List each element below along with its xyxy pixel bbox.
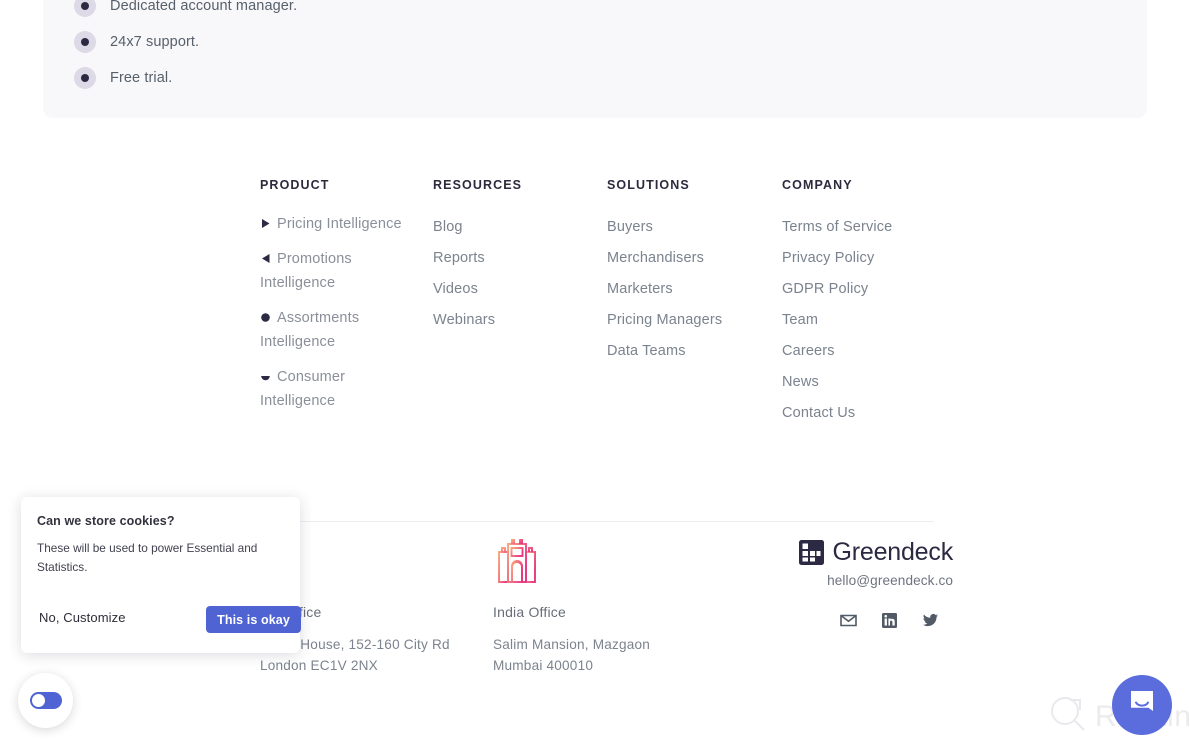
footer-column-company: COMPANY Terms of Service Privacy Policy …	[782, 178, 962, 429]
link-label: Pricing Intelligence	[277, 216, 402, 232]
link-label: Consumer Intelligence	[260, 369, 346, 409]
feature-text: 24x7 support.	[110, 34, 200, 50]
footer-link-merchandisers[interactable]: Merchandisers	[607, 243, 767, 274]
twitter-icon[interactable]	[922, 612, 939, 629]
footer-link-buyers[interactable]: Buyers	[607, 212, 767, 243]
footer-link-team[interactable]: Team	[782, 305, 962, 336]
footer-link-blog[interactable]: Blog	[433, 212, 583, 243]
greendeck-grid-logo-icon	[798, 540, 824, 565]
footer-link-promotions-intelligence[interactable]: Promotions Intelligence	[260, 247, 420, 295]
cookie-customize-button[interactable]: No, Customize	[39, 610, 126, 625]
footer-link-terms-of-service[interactable]: Terms of Service	[782, 212, 962, 243]
list-item: Free trial.	[74, 60, 297, 96]
brand-row: Greendeck	[793, 538, 953, 567]
revain-logo-icon	[1048, 694, 1088, 739]
office-name: India Office	[493, 604, 566, 620]
bullet-dot-icon	[74, 67, 96, 89]
footer-column-solutions: SOLUTIONS Buyers Merchandisers Marketers…	[607, 178, 767, 367]
feature-list: Dedicated account manager. 24x7 support.…	[74, 0, 297, 96]
column-title: SOLUTIONS	[607, 178, 690, 192]
footer-link-gdpr-policy[interactable]: GDPR Policy	[782, 274, 962, 305]
column-title: COMPANY	[782, 178, 853, 192]
email-icon[interactable]	[840, 612, 857, 629]
footer-link-marketers[interactable]: Marketers	[607, 274, 767, 305]
brand-block: Greendeck hello@greendeck.co	[793, 538, 953, 629]
brand-email[interactable]: hello@greendeck.co	[793, 573, 953, 588]
footer-column-resources: RESOURCES Blog Reports Videos Webinars	[433, 178, 583, 336]
office-address-line2: Mumbai 400010	[493, 658, 594, 673]
play-triangle-right-icon	[260, 218, 271, 229]
accessibility-toggle-icon	[29, 692, 62, 709]
feature-text: Dedicated account manager.	[110, 0, 298, 14]
chat-widget-button[interactable]	[1112, 675, 1172, 735]
bullet-dot-icon	[74, 0, 96, 17]
office-address-line2: London EC1V 2NX	[260, 658, 378, 673]
half-circle-icon	[260, 371, 271, 382]
feature-text: Free trial.	[110, 70, 173, 86]
footer-link-privacy-policy[interactable]: Privacy Policy	[782, 243, 962, 274]
cookie-accept-button[interactable]: This is okay	[206, 606, 301, 633]
office-india: India Office Salim Mansion, Mazgaon Mumb…	[493, 536, 650, 676]
cookie-consent-dialog: Can we store cookies? These will be used…	[21, 497, 301, 653]
gateway-of-india-icon	[493, 536, 541, 588]
footer-link-pricing-managers[interactable]: Pricing Managers	[607, 305, 767, 336]
cookie-dialog-title: Can we store cookies?	[37, 514, 175, 528]
footer-link-careers[interactable]: Careers	[782, 336, 962, 367]
brand-name: Greendeck	[832, 538, 954, 566]
footer-link-videos[interactable]: Videos	[433, 274, 583, 305]
link-label: Assortments Intelligence	[260, 310, 360, 350]
footer-link-data-teams[interactable]: Data Teams	[607, 336, 767, 367]
play-triangle-left-icon	[260, 253, 271, 264]
social-links	[793, 612, 953, 629]
footer-link-webinars[interactable]: Webinars	[433, 305, 583, 336]
linkedin-icon[interactable]	[881, 612, 898, 629]
bullet-dot-icon	[74, 31, 96, 53]
link-label: Promotions Intelligence	[260, 251, 352, 291]
feature-card: Dedicated account manager. 24x7 support.…	[43, 0, 1147, 118]
footer-column-product: PRODUCT Pricing Intelligence Promotions …	[260, 178, 420, 424]
circle-dot-icon	[260, 312, 271, 323]
office-address-line1: Salim Mansion, Mazgaon	[493, 637, 651, 652]
footer-link-news[interactable]: News	[782, 367, 962, 398]
footer-link-reports[interactable]: Reports	[433, 243, 583, 274]
cookie-dialog-body: These will be used to power Essential an…	[37, 541, 258, 574]
list-item: Dedicated account manager.	[74, 0, 297, 24]
page-root: Dedicated account manager. 24x7 support.…	[0, 0, 1190, 753]
intercom-chat-icon	[1127, 688, 1157, 723]
footer-link-assortments-intelligence[interactable]: Assortments Intelligence	[260, 306, 420, 354]
accessibility-widget-button[interactable]	[18, 673, 73, 728]
column-title: RESOURCES	[433, 178, 523, 192]
footer-link-pricing-intelligence[interactable]: Pricing Intelligence	[260, 212, 420, 236]
column-title: PRODUCT	[260, 178, 330, 192]
footer-divider	[260, 521, 934, 522]
footer-link-contact-us[interactable]: Contact Us	[782, 398, 962, 429]
footer-link-consumer-intelligence[interactable]: Consumer Intelligence	[260, 365, 420, 413]
list-item: 24x7 support.	[74, 24, 297, 60]
